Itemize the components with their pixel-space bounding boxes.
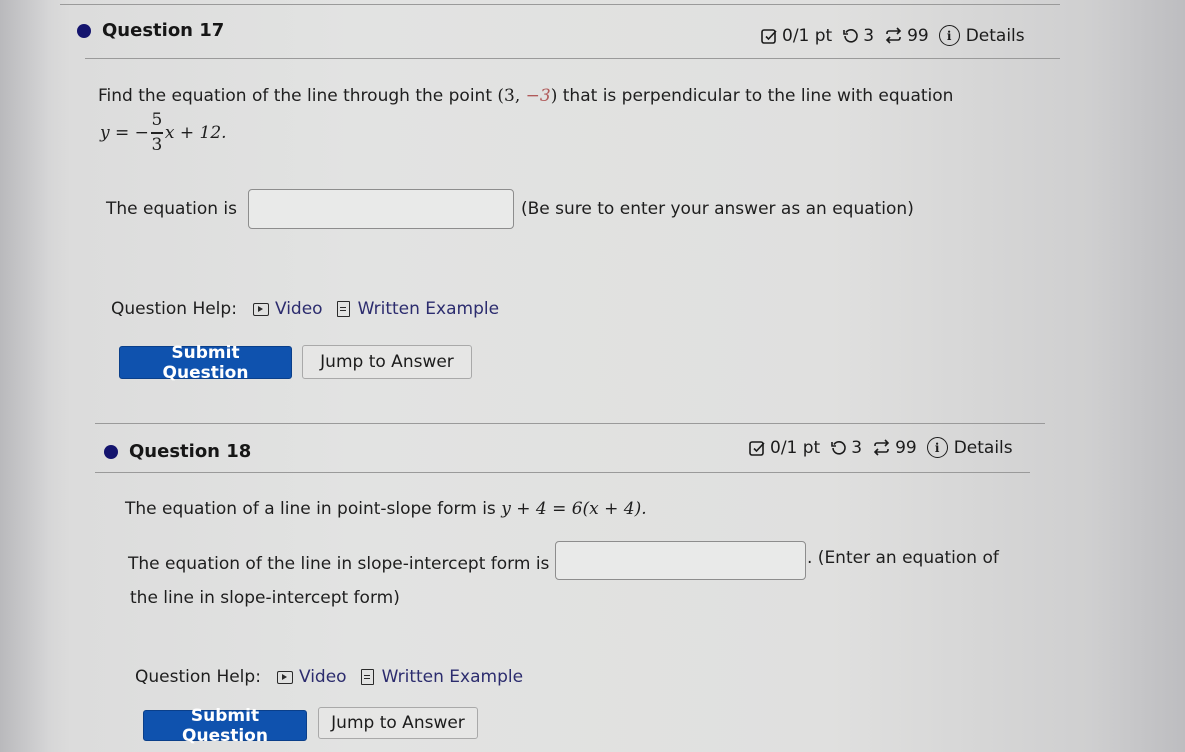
- help-label: Question Help:: [111, 299, 237, 319]
- question-prompt: The equation of a line in point-slope fo…: [125, 499, 647, 519]
- details-link[interactable]: Details: [954, 438, 1013, 458]
- header-divider: [95, 472, 1030, 473]
- video-link[interactable]: Video: [252, 299, 323, 319]
- submit-question-button[interactable]: Submit Question: [143, 706, 307, 746]
- attempts-count: 99: [907, 25, 929, 46]
- retry-icon: [830, 439, 847, 456]
- top-divider: [60, 4, 1060, 5]
- answer-label: The equation is: [106, 199, 238, 219]
- status-bullet-icon: [77, 23, 91, 38]
- attempts-icon: [872, 439, 891, 456]
- answer-hint: (Be sure to enter your answer as an equa…: [521, 199, 914, 219]
- document-icon: [336, 301, 350, 317]
- question-header: Question 17: [77, 20, 224, 41]
- question-title: Question 17: [102, 20, 225, 41]
- given-equation: y = − 5 3 x + 12.: [100, 110, 227, 155]
- question-divider: [95, 423, 1045, 424]
- info-icon[interactable]: i: [926, 437, 948, 458]
- answer-input[interactable]: [555, 541, 806, 580]
- answer-input[interactable]: [248, 189, 514, 229]
- answer-label: The equation of the line in slope-interc…: [128, 554, 550, 574]
- submit-question-button[interactable]: Submit Question: [119, 343, 292, 383]
- checkbox-score-icon: [748, 439, 766, 457]
- attempts-count: 99: [895, 437, 917, 458]
- written-example-link[interactable]: Written Example: [336, 299, 499, 319]
- header-divider: [85, 58, 1060, 59]
- video-icon: [276, 670, 293, 684]
- question-meta: 0/1 pt 3 99 i Details: [760, 25, 1025, 46]
- answer-hint-continued: the line in slope-intercept form): [130, 588, 400, 608]
- details-link[interactable]: Details: [966, 26, 1025, 46]
- jump-to-answer-button[interactable]: Jump to Answer: [318, 707, 478, 739]
- point-coordinates: (3, −3): [497, 86, 558, 106]
- retry-icon: [842, 27, 859, 44]
- retries-count: 3: [851, 437, 863, 458]
- point-slope-equation: y + 4 = 6(x + 4).: [501, 499, 647, 519]
- video-link[interactable]: Video: [276, 667, 347, 687]
- question-meta: 0/1 pt 3 99 i Details: [748, 437, 1013, 458]
- score-text: 0/1 pt: [770, 437, 821, 458]
- question-header: Question 18: [104, 441, 251, 462]
- jump-to-answer-button[interactable]: Jump to Answer: [302, 345, 472, 379]
- question-title: Question 18: [129, 441, 252, 462]
- document-icon: [360, 669, 374, 685]
- page-edge: [0, 0, 48, 752]
- info-icon[interactable]: i: [938, 25, 960, 46]
- score-text: 0/1 pt: [782, 25, 833, 46]
- answer-hint: . (Enter an equation of: [807, 548, 999, 568]
- question-help: Question Help: Video Written Example: [111, 299, 513, 319]
- status-bullet-icon: [104, 444, 118, 459]
- written-example-link[interactable]: Written Example: [360, 667, 523, 687]
- help-label: Question Help:: [135, 667, 261, 687]
- checkbox-score-icon: [760, 27, 778, 45]
- retries-count: 3: [863, 25, 875, 46]
- fraction: 5 3: [150, 110, 163, 155]
- question-help: Question Help: Video Written Example: [135, 667, 537, 687]
- attempts-icon: [884, 27, 903, 44]
- question-prompt: Find the equation of the line through th…: [98, 86, 954, 106]
- video-icon: [252, 302, 269, 316]
